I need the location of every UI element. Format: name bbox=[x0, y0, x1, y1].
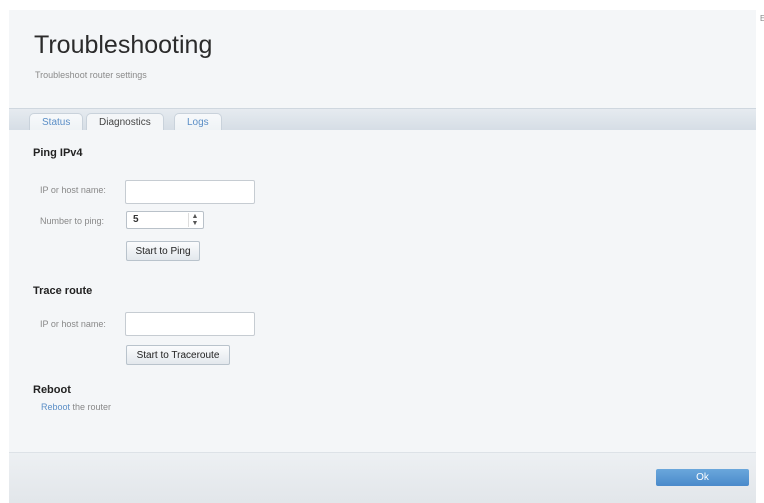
start-ping-button[interactable]: Start to Ping bbox=[126, 241, 200, 261]
reboot-line: Reboot the router bbox=[41, 402, 111, 412]
ping-count-label: Number to ping: bbox=[40, 216, 105, 226]
page-header: Troubleshooting Troubleshoot router sett… bbox=[9, 10, 756, 108]
corner-mark: E bbox=[760, 14, 764, 23]
footer-bar: Ok bbox=[9, 452, 756, 503]
reboot-heading: Reboot bbox=[33, 384, 71, 396]
tab-bar: Status Diagnostics Logs bbox=[9, 108, 756, 132]
ping-heading: Ping IPv4 bbox=[33, 147, 83, 159]
start-traceroute-button[interactable]: Start to Traceroute bbox=[126, 345, 230, 365]
trace-heading: Trace route bbox=[33, 285, 93, 297]
ok-button[interactable]: Ok bbox=[656, 469, 749, 486]
diagnostics-content: Ping IPv4 IP or host name: Number to pin… bbox=[9, 130, 756, 452]
ping-count-select[interactable]: 5 ▲ ▼ bbox=[126, 211, 204, 229]
reboot-link[interactable]: Reboot bbox=[41, 402, 70, 412]
top-band bbox=[0, 0, 764, 10]
ping-count-value: 5 bbox=[133, 214, 139, 225]
ping-host-label: IP or host name: bbox=[40, 185, 106, 195]
ping-host-input[interactable] bbox=[125, 180, 255, 204]
stepper-arrows-icon[interactable]: ▲ ▼ bbox=[188, 213, 201, 227]
trace-host-label: IP or host name: bbox=[40, 319, 106, 329]
page-subtitle: Troubleshoot router settings bbox=[35, 70, 147, 80]
trace-host-input[interactable] bbox=[125, 312, 255, 336]
page-title: Troubleshooting bbox=[34, 31, 213, 59]
reboot-text: the router bbox=[70, 402, 112, 412]
troubleshooting-panel: Troubleshooting Troubleshoot router sett… bbox=[9, 10, 756, 503]
